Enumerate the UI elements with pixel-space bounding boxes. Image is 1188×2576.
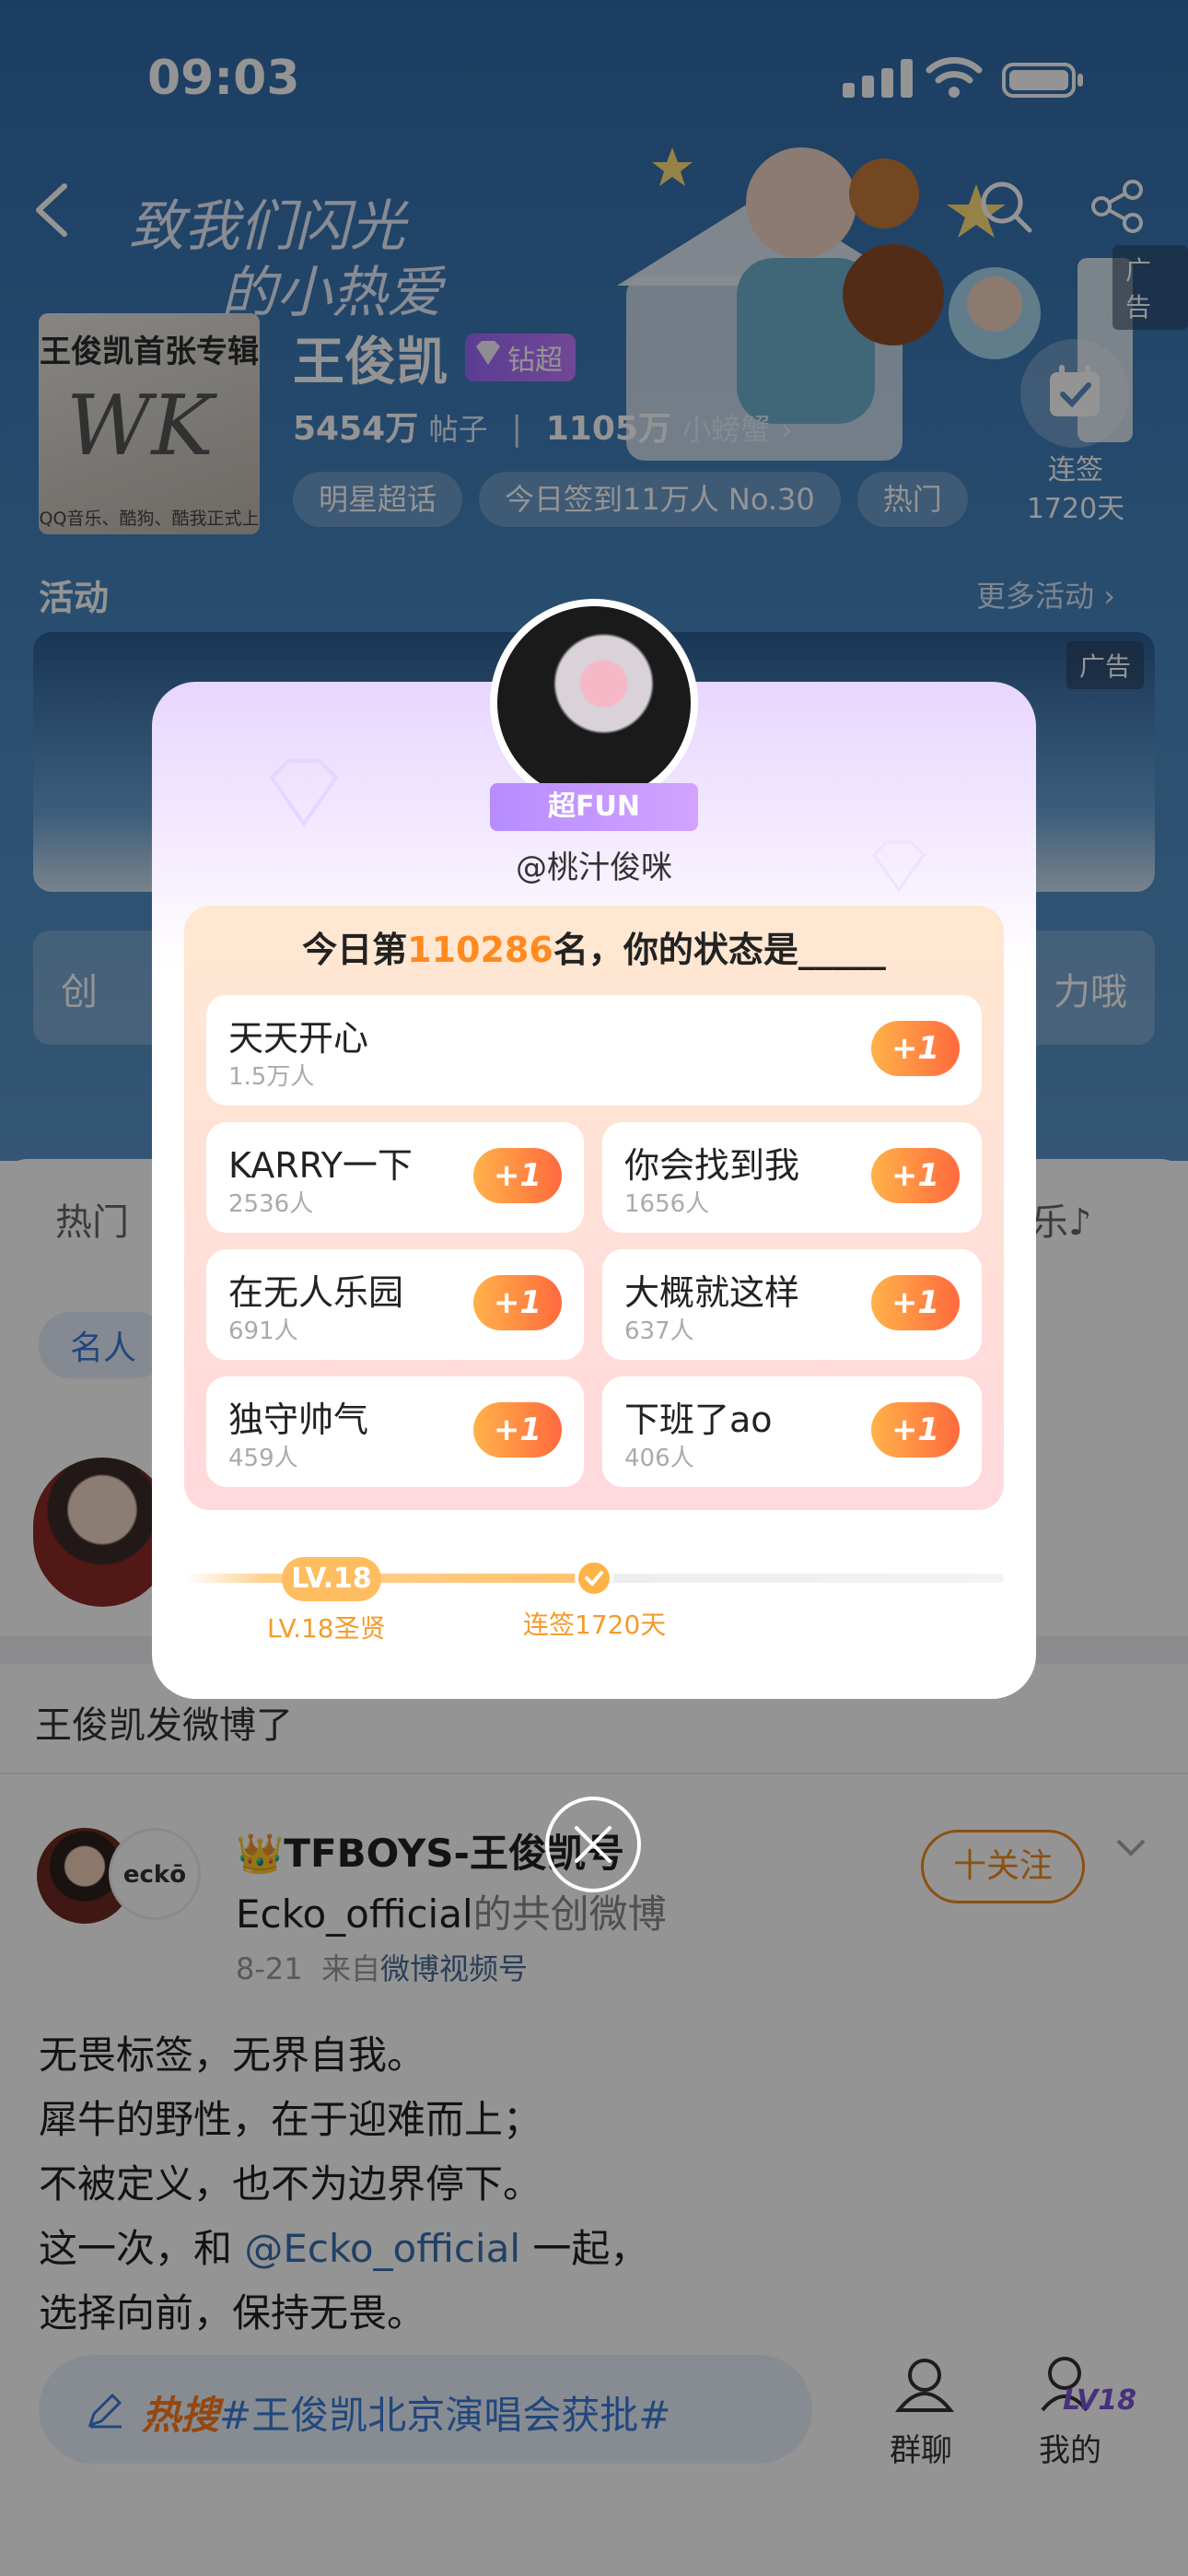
status-option[interactable]: KARRY一下 2536人 +1 bbox=[206, 1122, 584, 1233]
option-count: 1656人 bbox=[624, 1190, 710, 1218]
option-count: 1.5万人 bbox=[228, 1063, 315, 1091]
close-button[interactable] bbox=[545, 1797, 641, 1892]
plus-one-button[interactable]: +1 bbox=[871, 1402, 960, 1458]
plus-one-button[interactable]: +1 bbox=[871, 1021, 960, 1076]
status-option[interactable]: 你会找到我 1656人 +1 bbox=[602, 1122, 982, 1233]
option-count: 459人 bbox=[228, 1445, 298, 1472]
level-label: LV.18圣贤 bbox=[267, 1613, 386, 1644]
status-option[interactable]: 独守帅气 459人 +1 bbox=[206, 1376, 584, 1487]
plus-one-button[interactable]: +1 bbox=[871, 1148, 960, 1203]
rank-title: 今日第110286名，你的状态是_____ bbox=[184, 921, 1004, 972]
streak-label: 连签1720天 bbox=[523, 1610, 667, 1640]
option-label: KARRY一下 bbox=[228, 1145, 413, 1186]
status-option[interactable]: 大概就这样 637人 +1 bbox=[602, 1249, 982, 1360]
plus-one-button[interactable]: +1 bbox=[473, 1275, 562, 1330]
status-option[interactable]: 在无人乐园 691人 +1 bbox=[206, 1249, 584, 1360]
option-label: 在无人乐园 bbox=[228, 1272, 404, 1313]
option-count: 691人 bbox=[228, 1317, 298, 1345]
option-count: 2536人 bbox=[228, 1190, 314, 1218]
option-count: 637人 bbox=[624, 1317, 694, 1345]
streak-check-icon bbox=[575, 1559, 613, 1598]
plus-one-button[interactable]: +1 bbox=[473, 1402, 562, 1458]
option-label: 你会找到我 bbox=[624, 1145, 800, 1186]
diamond-decor-icon bbox=[269, 759, 339, 827]
option-label: 大概就这样 bbox=[624, 1272, 800, 1313]
super-fun-ribbon: 超FUN bbox=[490, 783, 698, 831]
popup-avatar bbox=[490, 599, 698, 807]
close-icon bbox=[575, 1826, 611, 1863]
level-badge: LV.18 bbox=[282, 1557, 381, 1601]
rank-number: 110286 bbox=[407, 930, 553, 970]
option-label: 独守帅气 bbox=[228, 1399, 369, 1440]
option-label: 下班了ao bbox=[624, 1399, 773, 1440]
option-label: 天天开心 bbox=[228, 1018, 369, 1059]
plus-one-button[interactable]: +1 bbox=[871, 1275, 960, 1330]
status-option[interactable]: 下班了ao 406人 +1 bbox=[602, 1376, 982, 1487]
plus-one-button[interactable]: +1 bbox=[473, 1148, 562, 1203]
rank-suffix: 名，你的状态是_____ bbox=[553, 930, 886, 970]
rank-prefix: 今日第 bbox=[302, 930, 408, 970]
status-option[interactable]: 天天开心 1.5万人 +1 bbox=[206, 995, 982, 1106]
option-count: 406人 bbox=[624, 1445, 694, 1472]
popup-username: @桃汁俊咪 bbox=[516, 849, 672, 886]
